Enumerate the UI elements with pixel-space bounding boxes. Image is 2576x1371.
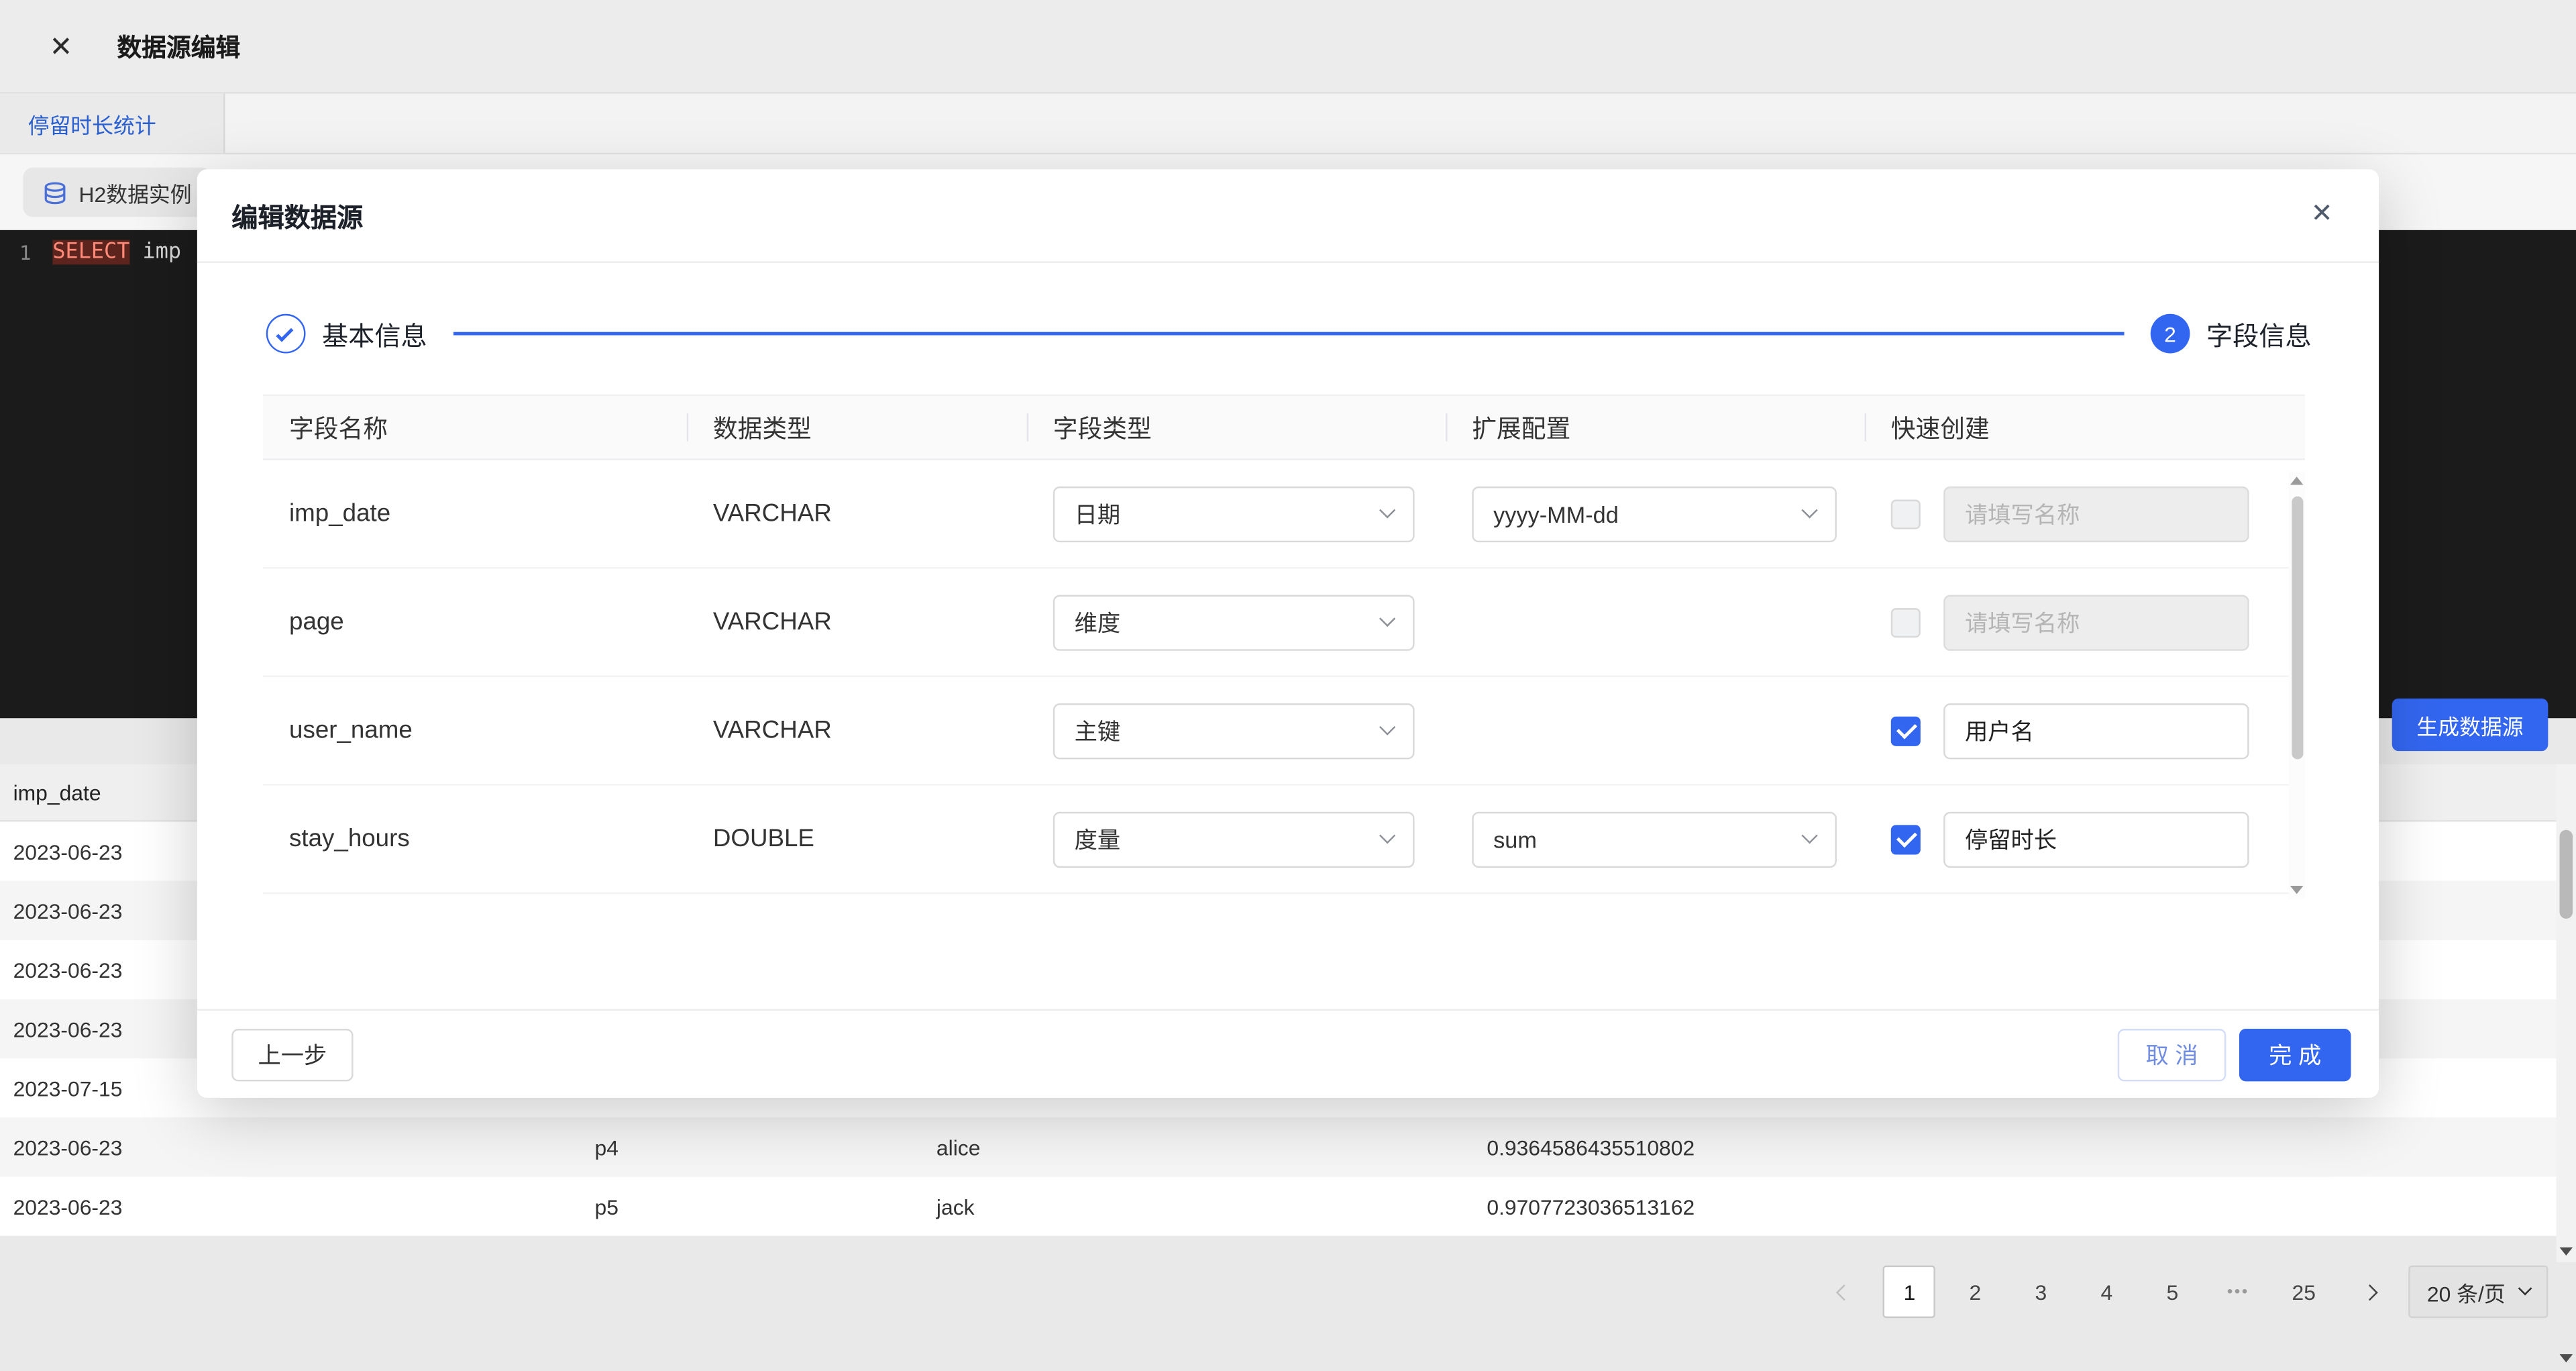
input-value: 停留时长 <box>1965 823 2057 856</box>
modal-title: 编辑数据源 <box>231 195 363 235</box>
header-data-type: 数据类型 <box>687 396 1027 458</box>
field-row-user-name: user_name VARCHAR 主键 用户名 <box>263 677 2305 786</box>
ext-config-select[interactable]: sum <box>1472 811 1837 867</box>
field-name: page <box>263 608 687 636</box>
quick-create-checkbox[interactable] <box>1891 824 1921 854</box>
modal-footer: 上一步 取 消 完 成 <box>197 1009 2379 1098</box>
header-field-name: 字段名称 <box>263 396 687 458</box>
header-ext-config: 扩展配置 <box>1446 396 1864 458</box>
footer-actions: 取 消 完 成 <box>2118 1028 2351 1080</box>
field-data-type: DOUBLE <box>687 825 1027 853</box>
line-number: 1 <box>0 241 52 264</box>
pagination-next-button[interactable] <box>2343 1266 2396 1318</box>
quick-create-name-input[interactable]: 请填写名称 <box>1943 594 2249 650</box>
pagination-page-5[interactable]: 5 <box>2146 1266 2198 1318</box>
input-placeholder: 请填写名称 <box>1965 605 2080 638</box>
quick-create-checkbox[interactable] <box>1891 499 1921 528</box>
page-title: 数据源编辑 <box>117 29 240 63</box>
pagination: 1 2 3 4 5 ••• 25 20 条/页 <box>1817 1266 2548 1318</box>
modal-table-scrollbar[interactable] <box>2288 472 2304 899</box>
chevron-right-icon <box>2361 1284 2377 1300</box>
scroll-down-arrow-icon[interactable] <box>2290 886 2304 894</box>
pagination-page-2[interactable]: 2 <box>1949 1266 2001 1318</box>
pagination-prev-button[interactable] <box>1817 1266 1870 1318</box>
quick-create-checkbox[interactable] <box>1891 607 1921 637</box>
cancel-button[interactable]: 取 消 <box>2118 1028 2226 1080</box>
step1-label: 基本信息 <box>322 314 427 354</box>
step1-check-icon <box>266 314 306 354</box>
h2-instance-label: H2数据实例 <box>79 176 192 208</box>
done-button[interactable]: 完 成 <box>2239 1028 2351 1080</box>
field-type-select[interactable]: 日期 <box>1053 486 1415 542</box>
field-data-type: VARCHAR <box>687 499 1027 527</box>
quick-create-name-input[interactable]: 停留时长 <box>1943 811 2249 867</box>
step2-label: 字段信息 <box>2206 314 2312 354</box>
chevron-down-icon <box>1379 719 1395 735</box>
input-value: 用户名 <box>1965 714 2034 747</box>
field-data-type: VARCHAR <box>687 717 1027 745</box>
h2-instance-button[interactable]: H2数据实例 <box>23 168 211 217</box>
screen: ✕ 数据源编辑 停留时长统计 H2数据实例 1 SELECT imp 生成数据源 <box>0 0 2576 1370</box>
chevron-down-icon <box>1801 827 1817 844</box>
header-quick-create: 快速创建 <box>1865 396 2305 458</box>
ext-config-select[interactable]: yyyy-MM-dd <box>1472 486 1837 542</box>
field-name: stay_hours <box>263 825 687 853</box>
chevron-down-icon <box>2518 1282 2532 1296</box>
generate-datasource-button[interactable]: 生成数据源 <box>2392 699 2548 751</box>
scroll-down-arrow-icon[interactable] <box>2560 1248 2573 1256</box>
chevron-down-icon <box>1379 827 1395 844</box>
input-placeholder: 请填写名称 <box>1965 497 2080 530</box>
fields-table: 字段名称 数据类型 字段类型 扩展配置 快速创建 imp_date VARCHA… <box>263 395 2305 894</box>
tab-bar: 停留时长统计 <box>0 94 2576 155</box>
field-type-select[interactable]: 主键 <box>1053 703 1415 758</box>
quick-create-checkbox[interactable] <box>1891 716 1921 746</box>
field-name: imp_date <box>263 499 687 527</box>
field-type-select[interactable]: 维度 <box>1053 594 1415 650</box>
vertical-scrollbar[interactable] <box>2557 764 2576 1262</box>
step2-number-badge: 2 <box>2151 314 2190 354</box>
chevron-down-icon <box>1801 502 1817 518</box>
field-data-type: VARCHAR <box>687 608 1027 636</box>
scroll-corner-arrow-icon[interactable] <box>2560 1354 2573 1362</box>
topbar: ✕ 数据源编辑 <box>0 0 2576 94</box>
field-row-page: page VARCHAR 维度 请填写名称 <box>263 568 2305 677</box>
page-close-icon[interactable]: ✕ <box>49 32 72 60</box>
field-row-stay-hours: stay_hours DOUBLE 度量 sum <box>263 786 2305 895</box>
pagination-page-3[interactable]: 3 <box>2015 1266 2067 1318</box>
tab-stay-duration-stats[interactable]: 停留时长统计 <box>0 94 225 153</box>
table-row: 2023-06-23 p4 alice 0.9364586435510802 <box>0 1117 2557 1176</box>
header-field-type: 字段类型 <box>1027 396 1446 458</box>
scrollbar-thumb[interactable] <box>2291 497 2302 760</box>
chevron-down-icon <box>1379 611 1395 627</box>
page-size-value: 20 条/页 <box>2427 1276 2506 1308</box>
previous-step-button[interactable]: 上一步 <box>231 1028 353 1080</box>
modal-header: 编辑数据源 ✕ <box>197 169 2379 263</box>
field-type-select[interactable]: 度量 <box>1053 811 1415 867</box>
fields-table-header: 字段名称 数据类型 字段类型 扩展配置 快速创建 <box>263 395 2305 460</box>
pagination-page-4[interactable]: 4 <box>2080 1266 2133 1318</box>
quick-create-name-input[interactable]: 用户名 <box>1943 703 2249 758</box>
scroll-up-arrow-icon[interactable] <box>2290 476 2304 485</box>
sql-keyword: SELECT <box>52 240 129 265</box>
pagination-page-1[interactable]: 1 <box>1883 1266 1935 1318</box>
steps-indicator: 基本信息 2 字段信息 <box>197 314 2379 354</box>
field-name: user_name <box>263 717 687 745</box>
pagination-page-25[interactable]: 25 <box>2277 1266 2330 1318</box>
modal-close-icon[interactable]: ✕ <box>2311 202 2333 228</box>
table-row: 2023-06-23 p5 jack 0.9707723036513162 <box>0 1176 2557 1235</box>
edit-datasource-modal: 编辑数据源 ✕ 基本信息 2 字段信息 字段名称 数据类型 字段类型 扩展配置 … <box>197 169 2379 1098</box>
chevron-left-icon <box>1835 1284 1851 1300</box>
pagination-ellipsis[interactable]: ••• <box>2212 1282 2264 1301</box>
field-row-imp-date: imp_date VARCHAR 日期 yyyy-MM-dd <box>263 460 2305 569</box>
step-connector-line <box>453 332 2125 336</box>
sql-code: imp <box>129 240 181 265</box>
quick-create-name-input[interactable]: 请填写名称 <box>1943 486 2249 542</box>
database-icon <box>43 180 68 205</box>
chevron-down-icon <box>1379 502 1395 518</box>
scrollbar-thumb[interactable] <box>2560 830 2573 919</box>
page-size-select[interactable]: 20 条/页 <box>2409 1266 2548 1318</box>
